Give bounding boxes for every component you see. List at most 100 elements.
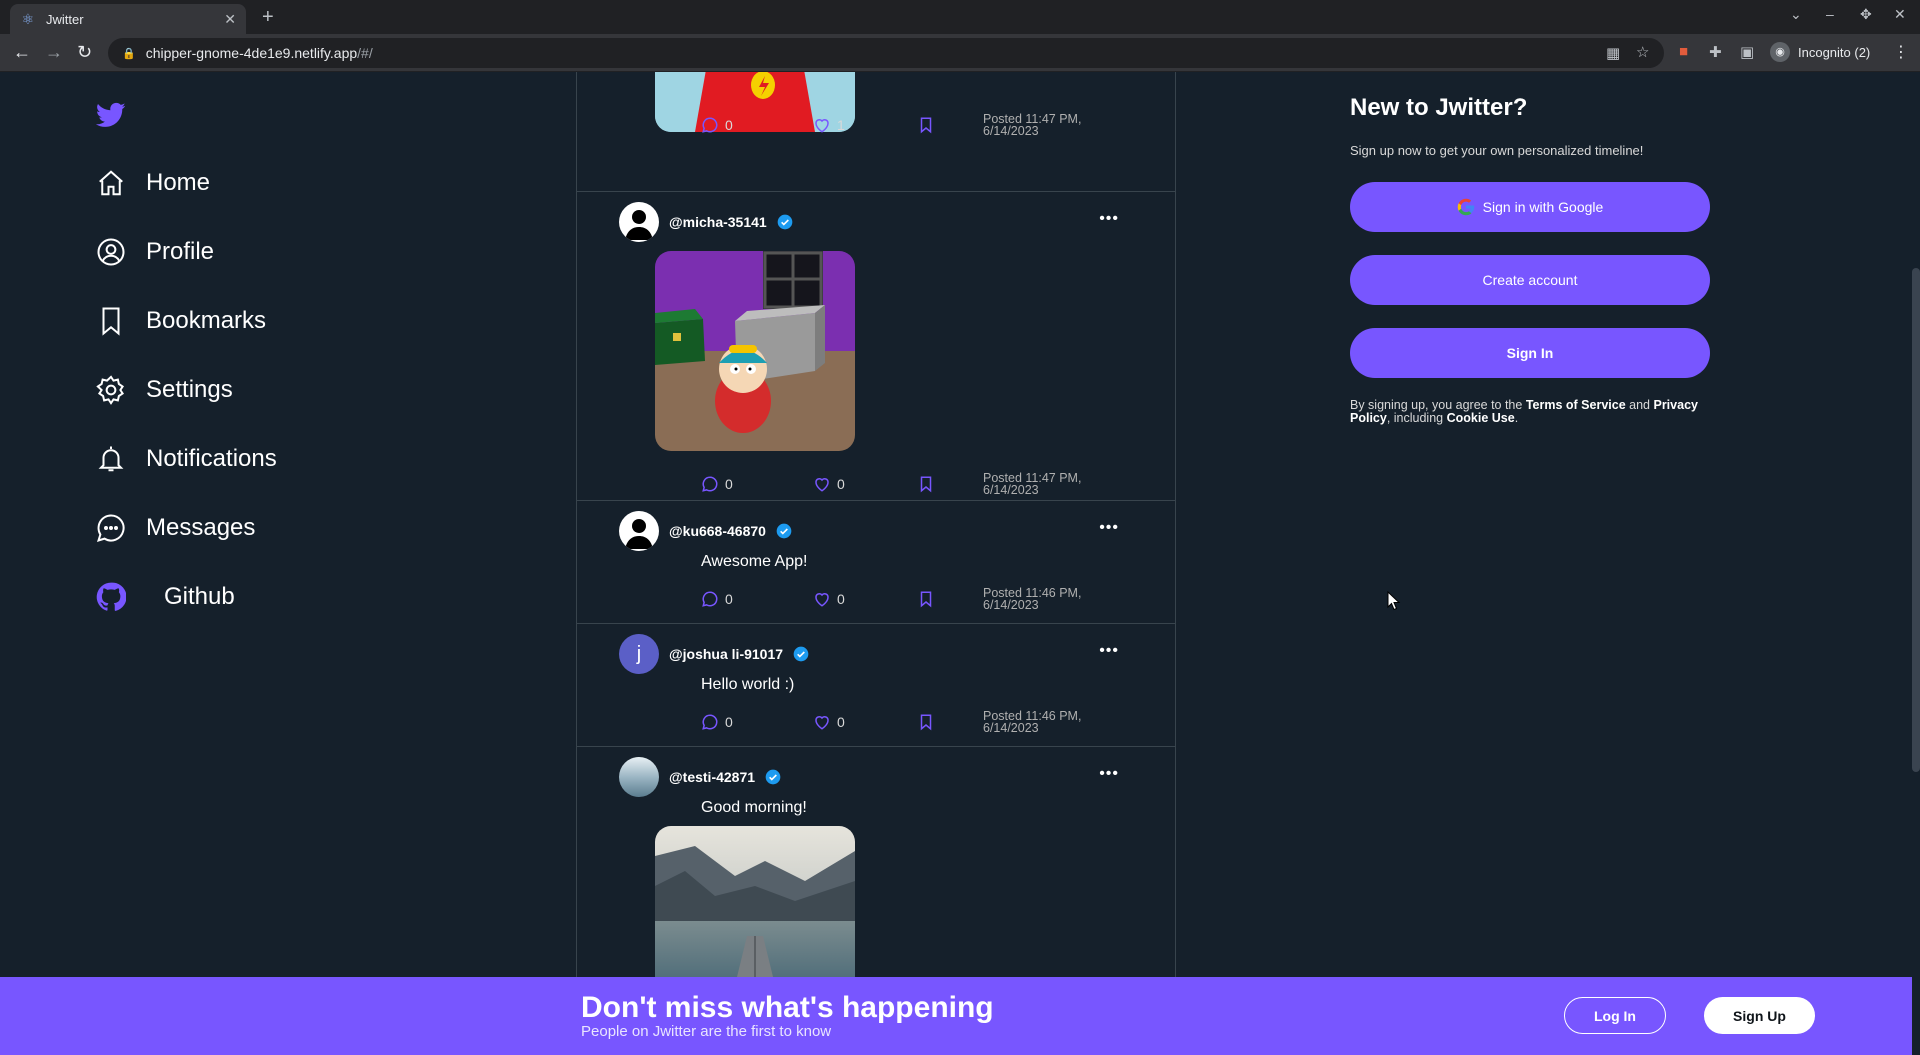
comment-icon — [702, 476, 718, 492]
nav-notifications[interactable]: Notifications — [96, 444, 277, 474]
incognito-label: Incognito (2) — [1798, 44, 1871, 60]
bookmark-button[interactable] — [917, 475, 941, 493]
comment-button[interactable]: 0 — [701, 713, 813, 731]
default-user-icon — [625, 519, 653, 549]
like-button[interactable]: 0 — [813, 590, 917, 608]
nav-github[interactable]: Github — [96, 582, 235, 612]
star-icon[interactable]: ☆ — [1636, 43, 1649, 61]
cookie-link[interactable]: Cookie Use — [1447, 411, 1515, 425]
bookmark-button[interactable] — [917, 713, 941, 731]
nav-label-profile: Profile — [146, 238, 215, 265]
page: Home Profile Bookmarks Settings Notifica… — [0, 72, 1920, 1055]
comment-count: 0 — [725, 117, 733, 133]
translate-icon[interactable]: ▦ — [1606, 44, 1620, 62]
chat-icon — [96, 514, 125, 543]
github-icon — [96, 582, 126, 611]
avatar[interactable]: j — [619, 634, 659, 674]
post-handle[interactable]: @ku668-46870 — [669, 523, 766, 539]
post-header: @ku668-46870 — [619, 511, 792, 551]
more-options-icon[interactable]: ••• — [1099, 642, 1119, 660]
side-panel-icon[interactable]: ▣ — [1740, 43, 1754, 61]
more-options-icon[interactable]: ••• — [1099, 210, 1119, 228]
incognito-badge[interactable]: ◉ Incognito (2) — [1770, 42, 1870, 62]
post-handle[interactable]: @joshua li-91017 — [669, 646, 783, 662]
nav-profile[interactable]: Profile — [96, 237, 214, 267]
feed-post[interactable]: j @joshua li-91017 ••• Hello world :) 0 … — [577, 624, 1175, 747]
bookmark-button[interactable] — [917, 116, 941, 134]
post-timestamp: Posted 11:47 PM, 6/14/2023 — [983, 112, 1082, 138]
heart-icon — [815, 478, 829, 492]
nav-label-messages: Messages — [146, 514, 256, 541]
comment-button[interactable]: 0 — [701, 590, 813, 608]
comment-icon — [702, 591, 718, 607]
post-handle[interactable]: @micha-35141 — [669, 214, 767, 230]
close-tab-icon[interactable]: ✕ — [224, 11, 236, 28]
comment-icon — [702, 117, 718, 133]
avatar[interactable] — [619, 511, 659, 551]
maximize-icon[interactable]: ✥ — [1860, 6, 1872, 23]
feed-post[interactable]: @micha-35141 ••• 0 0 Posted 11:47 PM, 6/… — [577, 192, 1175, 501]
comment-button[interactable]: 0 — [701, 475, 813, 493]
post-handle[interactable]: @testi-42871 — [669, 769, 755, 785]
browser-menu-icon[interactable]: ⋮ — [1893, 42, 1909, 62]
terms-link[interactable]: Terms of Service — [1526, 398, 1626, 412]
nav-bookmarks[interactable]: Bookmarks — [96, 306, 266, 336]
like-button[interactable]: 1 — [813, 116, 917, 134]
google-signin-button[interactable]: Sign in with Google — [1350, 182, 1710, 232]
banner-login-button[interactable]: Log In — [1564, 997, 1666, 1034]
heart-icon — [815, 119, 829, 133]
window-close-icon[interactable]: ✕ — [1894, 6, 1906, 23]
avatar[interactable] — [619, 202, 659, 242]
extension-icon[interactable]: ■ — [1679, 43, 1688, 60]
url-host: chipper-gnome-4de1e9.netlify.app — [145, 45, 358, 61]
signin-label: Sign In — [1506, 345, 1554, 361]
like-button[interactable]: 0 — [813, 475, 917, 493]
url-path: /#/ — [357, 45, 373, 61]
comment-count: 0 — [725, 591, 733, 607]
tab-search-icon[interactable]: ⌄ — [1790, 6, 1802, 23]
address-bar[interactable]: 🔒 chipper-gnome-4de1e9.netlify.app/#/ ▦ … — [108, 38, 1664, 68]
bookmark-button[interactable] — [917, 590, 941, 608]
nav-messages[interactable]: Messages — [96, 513, 255, 543]
back-icon[interactable]: ← — [13, 42, 31, 63]
more-options-icon[interactable]: ••• — [1099, 519, 1119, 537]
verified-badge-icon — [765, 769, 781, 785]
feed-post[interactable]: 0 1 Posted 11:47 PM, 6/14/2023 — [577, 72, 1175, 192]
post-timestamp: Posted 11:46 PM, 6/14/2023 — [983, 586, 1082, 612]
forward-icon[interactable]: → — [45, 42, 63, 63]
signin-button[interactable]: Sign In — [1350, 328, 1710, 378]
reload-icon[interactable]: ↻ — [77, 42, 92, 63]
tab-title: Jwitter — [46, 11, 84, 27]
nav-label-settings: Settings — [146, 376, 233, 403]
nav-home[interactable]: Home — [96, 168, 210, 198]
home-icon — [99, 170, 123, 196]
more-options-icon[interactable]: ••• — [1099, 765, 1119, 783]
post-header: j @joshua li-91017 — [619, 634, 809, 674]
google-icon — [1457, 198, 1474, 216]
banner-signup-button[interactable]: Sign Up — [1704, 997, 1815, 1034]
minimize-icon[interactable]: – — [1826, 6, 1834, 22]
create-account-button[interactable]: Create account — [1350, 255, 1710, 305]
comment-icon — [702, 714, 718, 730]
lock-icon: 🔒 — [122, 47, 136, 60]
page-scrollbar[interactable] — [1912, 268, 1920, 772]
avatar[interactable] — [619, 757, 659, 797]
bird-logo-icon[interactable] — [96, 100, 126, 130]
nav-settings[interactable]: Settings — [96, 375, 233, 405]
like-count: 1 — [837, 117, 845, 133]
comment-button[interactable]: 0 — [701, 116, 813, 134]
gear-icon — [96, 375, 124, 405]
puzzle-icon[interactable]: ✚ — [1709, 43, 1722, 61]
like-button[interactable]: 0 — [813, 713, 917, 731]
feed-post[interactable]: @ku668-46870 ••• Awesome App! 0 0 Posted… — [577, 501, 1175, 624]
default-user-icon — [625, 210, 653, 240]
signup-subtitle: Sign up now to get your own personalized… — [1350, 143, 1644, 158]
new-tab-icon[interactable]: + — [262, 6, 274, 29]
nav-label-notifications: Notifications — [146, 445, 277, 472]
post-image-cartoon-bedroom[interactable] — [655, 251, 855, 451]
browser-tab[interactable]: ⚛ Jwitter ✕ — [10, 4, 246, 34]
verified-badge-icon — [793, 646, 809, 662]
post-text: Good morning! — [701, 799, 807, 816]
banner-subline: People on Jwitter are the first to know — [581, 1023, 832, 1040]
heart-icon — [815, 593, 829, 607]
